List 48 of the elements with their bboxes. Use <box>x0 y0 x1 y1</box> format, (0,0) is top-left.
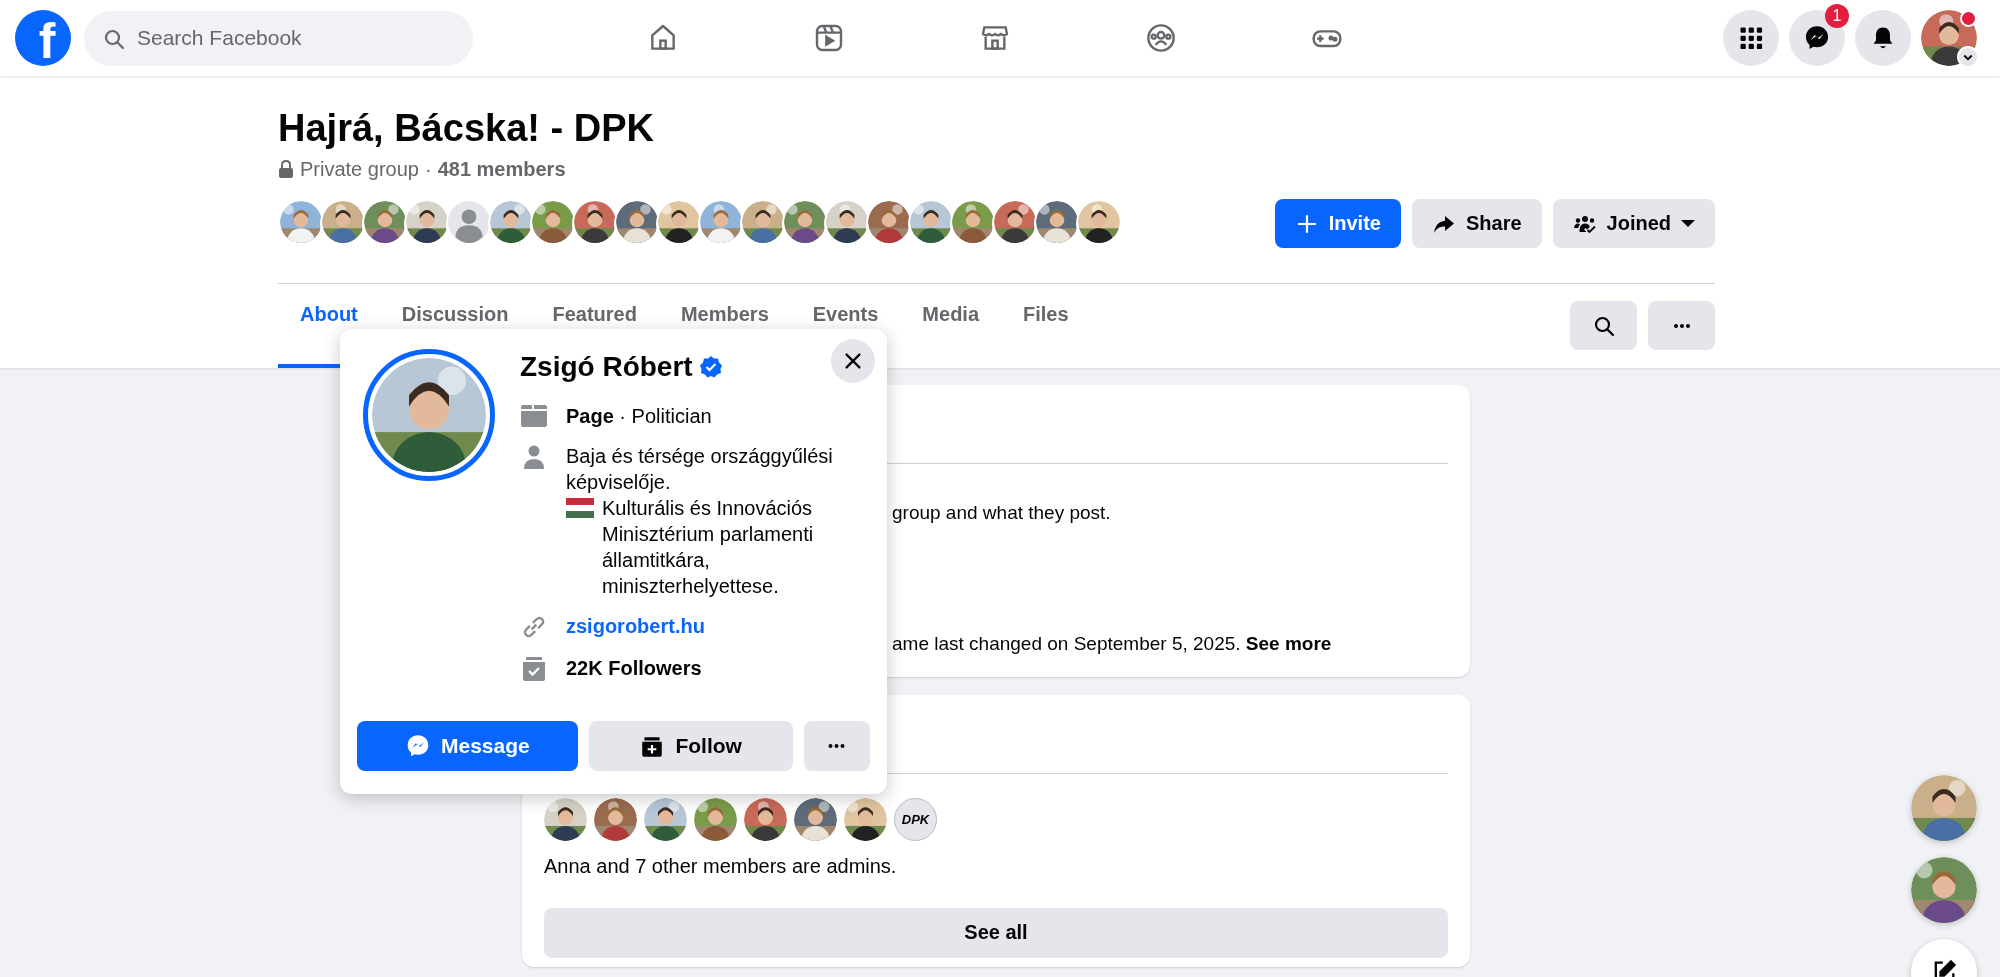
tab[interactable]: Files <box>1001 283 1091 368</box>
member-count[interactable]: 481 members <box>437 157 566 181</box>
about-text: ame last changed on September 5, 2025. See more <box>892 632 1332 655</box>
flag-icon <box>566 498 594 518</box>
chevron-icon <box>1957 46 1979 68</box>
search-button[interactable] <box>1570 301 1637 351</box>
page-icon <box>520 403 548 429</box>
group-privacy: Private group <box>300 157 419 181</box>
group-logo[interactable]: DPK <box>894 797 937 841</box>
facebook-logo[interactable]: f <box>15 10 71 66</box>
tab[interactable]: Media <box>900 283 1002 368</box>
tab[interactable]: Events <box>790 283 901 368</box>
lock-icon <box>278 160 294 179</box>
followers-count[interactable]: 22K Followers <box>566 655 702 681</box>
about-text: group and what they post. <box>892 501 1111 524</box>
admins-summary: Anna and 7 other members are admins. <box>544 854 898 878</box>
menu-button[interactable] <box>1723 10 1779 66</box>
website-link[interactable]: zsigorobert.hu <box>566 613 705 639</box>
page-category: Page · Politician <box>566 404 712 429</box>
video-icon <box>813 22 845 54</box>
invite-button[interactable]: Invite <box>1274 199 1401 249</box>
see-all-button[interactable]: See all <box>544 907 1448 958</box>
messenger-button[interactable] <box>1789 10 1845 66</box>
people-icon <box>1145 22 1177 54</box>
more-icon <box>1673 323 1690 328</box>
notifications-button[interactable] <box>1855 10 1911 66</box>
share-button[interactable]: Share <box>1411 199 1542 249</box>
bio-text: Baja és térsége országgyűlési képviselője. <box>566 444 834 495</box>
close-button[interactable] <box>831 339 875 383</box>
caret-icon <box>1681 220 1695 228</box>
more-icon <box>828 744 846 748</box>
messenger-icon <box>1803 24 1831 52</box>
joined-button[interactable]: Joined <box>1552 199 1715 249</box>
follow-button[interactable]: Follow <box>588 721 793 771</box>
notification-badge: 1 <box>1825 4 1849 28</box>
group-title: Hajrá, Bácska! - DPK <box>278 106 655 151</box>
message-button[interactable]: Message <box>357 721 578 771</box>
chat-head[interactable] <box>1911 775 1977 841</box>
separator: · <box>424 157 432 181</box>
search-field[interactable]: Search Facebook <box>84 10 473 66</box>
chat-head[interactable] <box>1911 857 1977 923</box>
bio-text: Kulturális és Innovációs Minisztérium parlamenti államtitkára, miniszterhelyettese. <box>602 496 815 599</box>
default-avatar-icon <box>448 200 490 243</box>
close-icon <box>842 350 864 372</box>
followers-icon <box>520 655 548 683</box>
messenger-icon <box>405 733 431 759</box>
account-button[interactable] <box>1921 10 1977 66</box>
profile-name[interactable]: Zsigó Róbert <box>520 351 693 383</box>
